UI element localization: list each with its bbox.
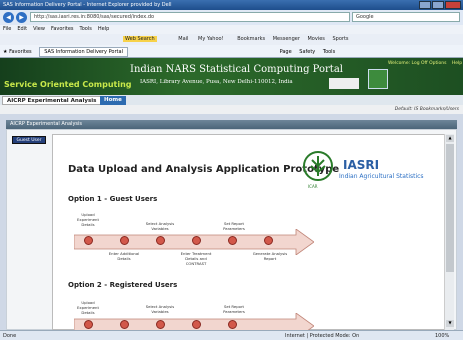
portlet-title: AICRP Experimental Analysis <box>10 121 82 127</box>
movies-button[interactable]: Movies <box>307 36 324 42</box>
service-oriented-label: Service Oriented Computing <box>4 80 132 89</box>
menu-bar: File Edit View Favorites Tools Help <box>0 25 463 34</box>
favorites-label[interactable]: Favorites <box>9 49 32 55</box>
step-generate-report: Generate Analysis Report <box>252 251 288 261</box>
messenger-button[interactable]: Messenger <box>273 36 300 42</box>
step-circle[interactable] <box>84 320 93 329</box>
minimize-button[interactable] <box>419 1 431 9</box>
default-text: Default: IS Bookmarks/Users <box>394 107 459 112</box>
forward-icon[interactable]: ▶ <box>16 12 27 23</box>
tools-menu[interactable]: Tools <box>323 49 335 55</box>
menu-favorites[interactable]: Favorites <box>51 26 74 33</box>
sas-logo <box>329 78 359 89</box>
tab-label: SAS Information Delivery Portal <box>44 49 123 55</box>
zone-text: Internet | Protected Mode: On <box>285 333 360 339</box>
address-bar[interactable]: http://sas.iasri.res.in:8080/sas/secured… <box>30 12 350 22</box>
iasri-logo <box>368 69 388 89</box>
sports-button[interactable]: Sports <box>332 36 348 42</box>
frame-scrollbar[interactable]: ▲ ▼ <box>444 134 454 330</box>
step-circle[interactable] <box>192 236 201 245</box>
step-circle[interactable] <box>192 320 201 329</box>
menu-edit[interactable]: Edit <box>17 26 27 33</box>
page-menu[interactable]: Page <box>280 49 292 55</box>
step-circle[interactable] <box>156 320 165 329</box>
scroll-up-icon[interactable]: ▲ <box>446 135 454 142</box>
step-treatment-contrast: Enter Treatment Details and CONTRAST <box>180 251 212 266</box>
back-icon[interactable]: ◀ <box>3 12 14 23</box>
portal-title: Indian NARS Statistical Computing Portal <box>130 64 343 75</box>
menu-file[interactable]: File <box>3 26 11 33</box>
web-search-button[interactable]: Web Search <box>123 36 157 42</box>
search-placeholder: Google <box>356 14 374 20</box>
step-circle[interactable] <box>120 320 129 329</box>
search-input[interactable]: Google <box>352 12 460 22</box>
icar-label: ICAR <box>308 184 318 189</box>
iasri-subtitle: Indian Agricultural Statistics <box>339 173 424 180</box>
icar-logo <box>303 151 333 181</box>
status-text: Done <box>3 333 17 339</box>
default-bar: Default: IS Bookmarks/Users <box>0 105 463 114</box>
my-yahoo-button[interactable]: My Yahoo! <box>198 36 224 42</box>
portal-banner: Service Oriented Computing Indian NARS S… <box>0 58 463 95</box>
yahoo-toolbar: Web Search Mail My Yahoo! Bookmarks Mess… <box>0 34 463 45</box>
step-upload-experiment: Upload Experiment Details <box>77 212 99 227</box>
step-circle[interactable] <box>156 236 165 245</box>
welcome-text[interactable]: Welcome: Log Off Options <box>388 61 446 66</box>
close-button[interactable] <box>445 1 461 9</box>
welcome-links[interactable]: Welcome: Log Off Options Help <box>388 61 462 66</box>
step-circle[interactable] <box>84 236 93 245</box>
portal-address: IASRI, Library Avenue, Pusa, New Delhi-1… <box>140 79 293 85</box>
tab-home[interactable]: Home <box>100 96 126 105</box>
step-circle[interactable] <box>120 236 129 245</box>
mail-button[interactable]: Mail <box>178 36 188 42</box>
maximize-button[interactable] <box>432 1 444 9</box>
window-title: SAS Information Delivery Portal - Intern… <box>3 2 172 8</box>
page-title: Data Upload and Analysis Application Pro… <box>68 164 340 175</box>
option1-title: Option 1 - Guest Users <box>68 195 158 203</box>
step-circle[interactable] <box>228 320 237 329</box>
bookmarks-button[interactable]: Bookmarks <box>237 36 265 42</box>
iasri-title: IASRI <box>343 158 380 172</box>
window-controls <box>419 1 461 9</box>
safety-menu[interactable]: Safety <box>299 49 315 55</box>
status-bar: Done Internet | Protected Mode: On 100% <box>0 330 463 340</box>
menu-tools[interactable]: Tools <box>80 26 92 33</box>
menu-help[interactable]: Help <box>98 26 109 33</box>
step-circle[interactable] <box>264 236 273 245</box>
tab-aicrp[interactable]: AICRP Experimental Analysis <box>2 96 102 105</box>
zoom-level[interactable]: 100% <box>435 333 449 339</box>
url-text: http://sas.iasri.res.in:8080/sas/secured… <box>34 14 155 20</box>
star-icon[interactable]: ★ <box>3 49 7 55</box>
help-link[interactable]: Help <box>452 61 462 66</box>
browser-tab[interactable]: SAS Information Delivery Portal <box>39 47 128 57</box>
menu-view[interactable]: View <box>33 26 45 33</box>
scroll-down-icon[interactable]: ▼ <box>446 320 454 327</box>
scroll-thumb[interactable] <box>446 144 454 272</box>
portlet-header: AICRP Experimental Analysis <box>6 120 457 129</box>
step-additional-details: Enter Additional Details <box>108 251 140 261</box>
window-titlebar: SAS Information Delivery Portal - Intern… <box>0 0 463 10</box>
favorites-bar: ★ Favorites SAS Information Delivery Por… <box>0 45 463 58</box>
step-circle[interactable] <box>228 236 237 245</box>
guest-user-button[interactable]: Guest User <box>12 136 46 144</box>
option2-title: Option 2 - Registered Users <box>68 281 178 289</box>
